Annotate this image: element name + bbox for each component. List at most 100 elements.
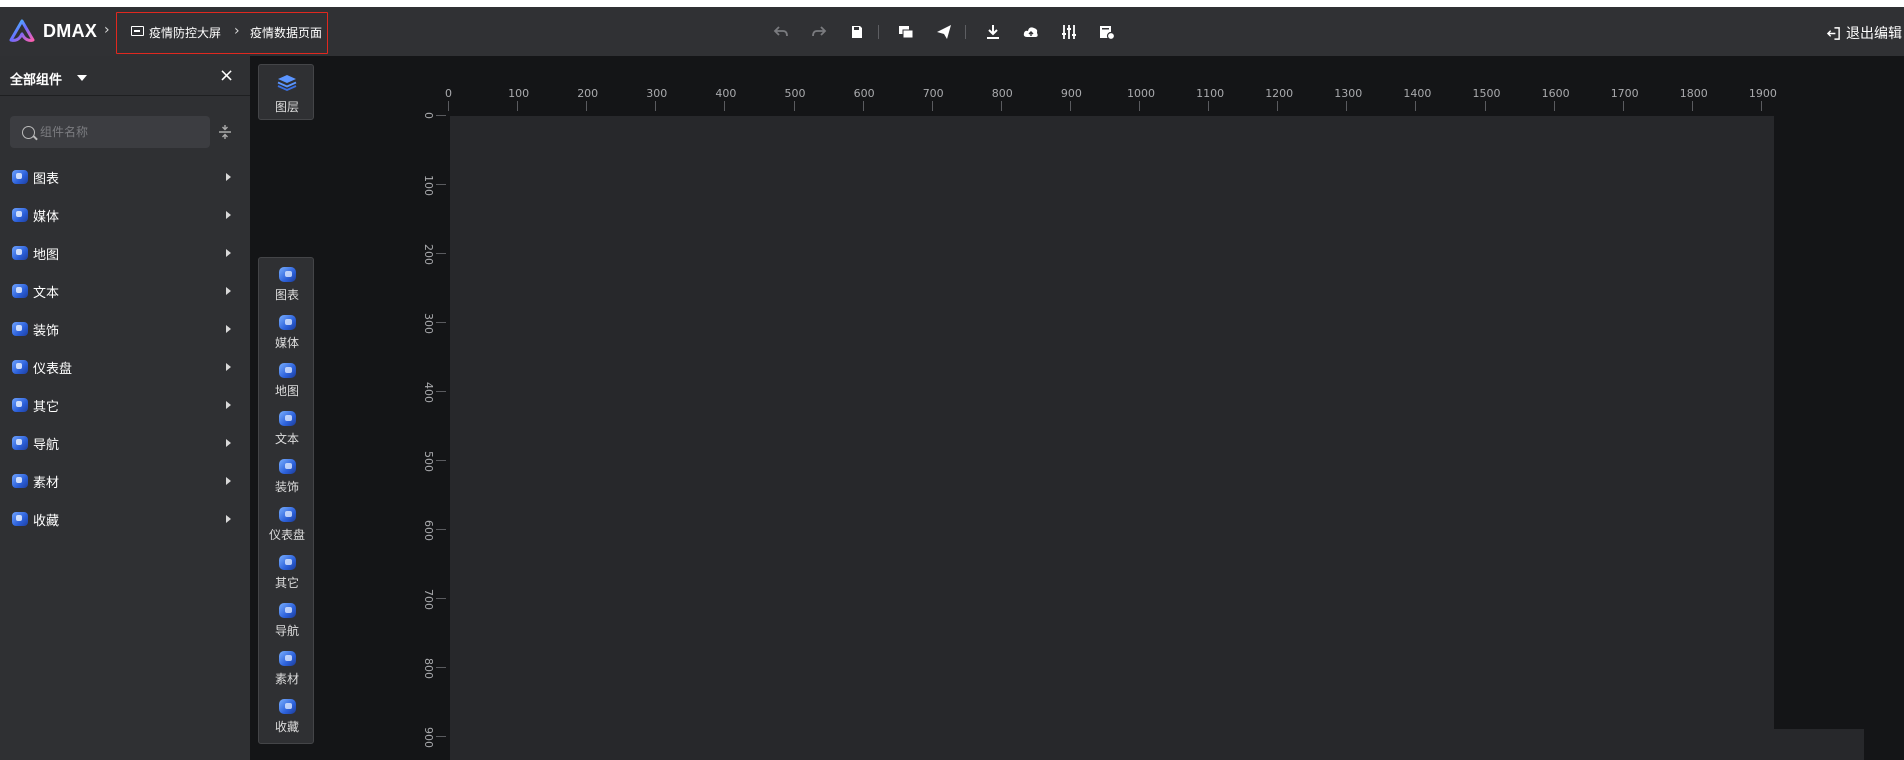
category-item[interactable]: 图表 — [0, 158, 250, 196]
search-input[interactable] — [40, 118, 205, 146]
rail-item-label: 媒体 — [274, 336, 299, 350]
settings-sliders-button[interactable] — [1058, 21, 1080, 43]
ruler-tick-label: 1000 — [1127, 87, 1155, 100]
exit-edit-button[interactable]: 退出编辑 — [1826, 23, 1902, 43]
vertical-ruler[interactable]: 0 100 200 300 400 500 600 700 800 900 — [422, 111, 446, 760]
ruler-tick — [436, 115, 446, 116]
download-button[interactable] — [982, 21, 1004, 43]
category-item[interactable]: 导航 — [0, 424, 250, 462]
rail-item[interactable]: 收藏 — [259, 690, 315, 738]
close-icon[interactable]: × — [219, 65, 234, 86]
download-icon — [987, 25, 999, 39]
editor-app: DMAX › 疫情防控大屏 › 疫情数据页面 退出编辑 全部组件 × 组件名称 … — [0, 7, 1904, 760]
brand-logo[interactable]: DMAX — [8, 18, 97, 44]
ruler-tick-label: 1800 — [1679, 87, 1708, 100]
layers-button[interactable]: 图层 — [258, 64, 314, 120]
component-category-icon — [279, 459, 296, 474]
rail-item[interactable]: 地图 — [259, 354, 315, 402]
ruler-tick — [931, 101, 933, 111]
rail-item[interactable]: 导航 — [259, 594, 315, 642]
upload-cloud-icon — [1023, 27, 1038, 37]
layers-label: 图层 — [274, 100, 299, 114]
ruler-tick-label: 1200 — [1265, 87, 1294, 100]
category-label: 收藏 — [33, 513, 60, 529]
category-item[interactable]: 收藏 — [0, 500, 250, 538]
ruler-tick-label: 800 — [991, 87, 1013, 100]
category-item[interactable]: 媒体 — [0, 196, 250, 234]
exit-edit-label: 退出编辑 — [1846, 26, 1902, 42]
expand-arrow-icon — [226, 401, 231, 409]
ruler-tick — [1760, 101, 1762, 111]
category-item[interactable]: 地图 — [0, 234, 250, 272]
rail-item[interactable]: 图表 — [259, 258, 315, 306]
rail-item[interactable]: 其它 — [259, 546, 315, 594]
component-category-icon — [279, 603, 296, 618]
publish-icon — [937, 25, 951, 39]
caret-down-icon[interactable] — [77, 75, 87, 81]
ruler-tick — [517, 101, 519, 111]
publish-button[interactable] — [933, 21, 955, 43]
rail-item[interactable]: 素材 — [259, 642, 315, 690]
sidebar-header: 全部组件 × — [0, 56, 250, 96]
component-category-icon — [12, 360, 28, 374]
category-item[interactable]: 素材 — [0, 462, 250, 500]
expand-arrow-icon — [226, 173, 231, 181]
ruler-tick-label: 400 — [422, 382, 435, 403]
collapse-all-icon[interactable] — [218, 124, 232, 140]
ruler-tick — [436, 322, 446, 323]
component-category-icon — [12, 474, 28, 488]
rail-item[interactable]: 文本 — [259, 402, 315, 450]
component-category-icon — [12, 436, 28, 450]
breadcrumb-project[interactable]: 疫情防控大屏 — [149, 24, 221, 41]
ruler-tick-label: 1600 — [1541, 87, 1570, 100]
ruler-tick — [1069, 101, 1071, 111]
component-category-icon — [279, 363, 296, 378]
category-item[interactable]: 仪表盘 — [0, 348, 250, 386]
save-button[interactable] — [846, 21, 868, 43]
ruler-tick — [793, 101, 795, 111]
category-item[interactable]: 其它 — [0, 386, 250, 424]
component-category-icon — [279, 699, 296, 714]
category-item[interactable]: 装饰 — [0, 310, 250, 348]
undo-button[interactable] — [770, 21, 792, 43]
redo-button[interactable] — [808, 21, 830, 43]
upload-cloud-button[interactable] — [1020, 21, 1042, 43]
component-sidebar: 全部组件 × 图表媒体地图文本装饰仪表盘其它导航素材收藏 — [0, 56, 250, 760]
expand-arrow-icon — [226, 249, 231, 257]
design-canvas[interactable] — [450, 116, 1774, 760]
component-category-icon — [12, 322, 28, 336]
toolbar-divider — [965, 25, 966, 39]
horizontal-ruler[interactable]: 0 100 200 300 400 500 600 700 800 900 1000 1100 1200… — [445, 87, 1777, 111]
component-category-icon — [12, 512, 28, 526]
ruler-tick — [724, 101, 726, 111]
preview-button[interactable] — [895, 21, 917, 43]
ruler-tick — [436, 391, 446, 392]
ruler-tick — [436, 184, 446, 185]
sidebar-title[interactable]: 全部组件 — [10, 69, 62, 88]
rail-item-label: 其它 — [274, 576, 299, 590]
screen-icon — [131, 26, 144, 36]
ruler-tick — [1139, 101, 1140, 111]
component-category-icon — [279, 651, 296, 666]
ruler-tick — [1622, 101, 1624, 111]
breadcrumb-page[interactable]: 疫情数据页面 — [250, 24, 322, 41]
component-category-icon — [12, 284, 28, 298]
ruler-tick-label: 1100 — [1196, 87, 1225, 100]
rail-item-label: 文本 — [274, 432, 299, 446]
settings-sliders-icon — [1062, 25, 1076, 39]
ruler-tick-label: 700 — [422, 589, 435, 610]
rail-item-label: 装饰 — [274, 480, 299, 494]
ruler-tick-label: 1900 — [1748, 87, 1777, 100]
category-item[interactable]: 文本 — [0, 272, 250, 310]
ruler-tick-label: 600 — [853, 87, 875, 100]
rail-item[interactable]: 仪表盘 — [259, 498, 315, 546]
expand-arrow-icon — [226, 211, 231, 219]
config-button[interactable] — [1096, 21, 1118, 43]
rail-item[interactable]: 装饰 — [259, 450, 315, 498]
ruler-tick-label: 0 — [445, 87, 452, 100]
rail-item[interactable]: 媒体 — [259, 306, 315, 354]
expand-arrow-icon — [226, 515, 231, 523]
dmax-logo-icon — [9, 19, 35, 42]
component-category-icon — [279, 507, 296, 522]
ruler-tick-label: 200 — [422, 244, 435, 265]
